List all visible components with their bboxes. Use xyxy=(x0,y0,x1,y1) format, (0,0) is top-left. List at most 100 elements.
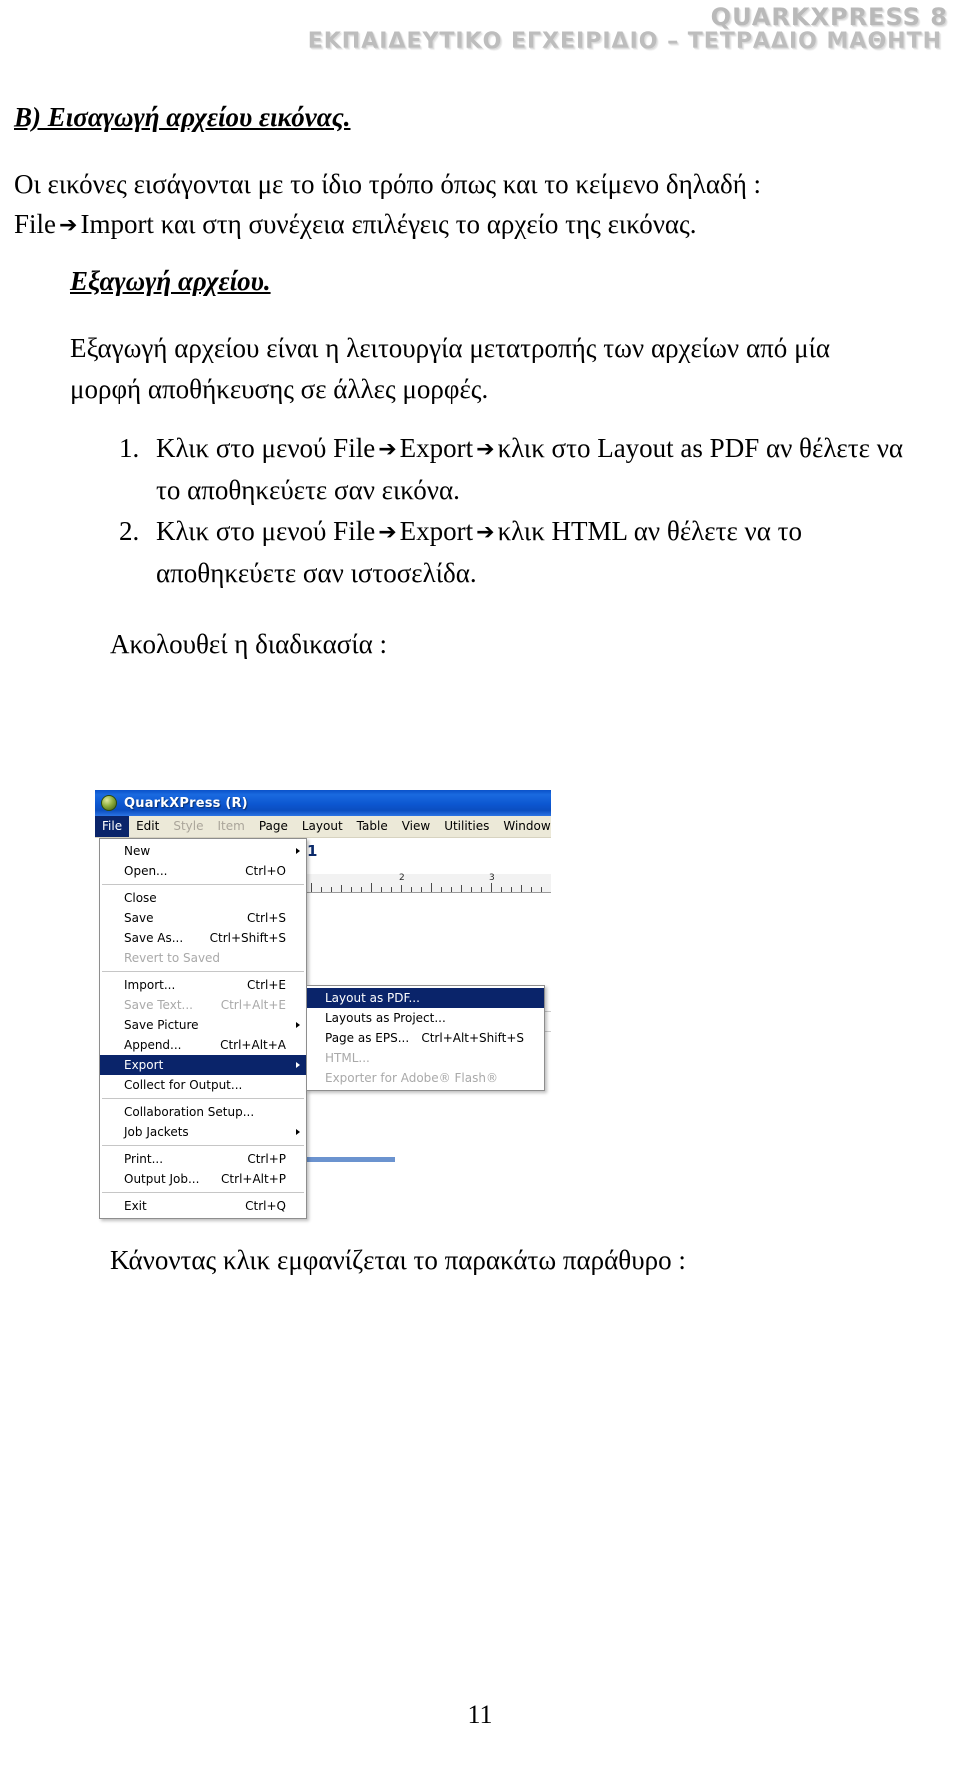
step-1-part1: Κλικ στο μενού File xyxy=(156,433,376,463)
menu-item-revert-to-saved: Revert to Saved xyxy=(100,948,306,968)
arrow-icon: ➔ xyxy=(378,520,397,545)
menu-item-export-label: Export xyxy=(124,1058,164,1072)
menubar-item-file[interactable]: File xyxy=(95,816,130,837)
import-mention-text: Import και στη συνέχεια επιλέγεις το αρχ… xyxy=(80,209,697,239)
menu-item-collect-for-output-label: Collect for Output... xyxy=(124,1078,243,1092)
menu-item-output-job[interactable]: Output Job... Ctrl+Alt+P xyxy=(100,1169,306,1189)
submenu-item-page-as-eps-label: Page as EPS... xyxy=(325,1031,410,1045)
menu-item-close[interactable]: Close xyxy=(100,888,306,908)
subheading-export-wrap: Εξαγωγή αρχείου. xyxy=(0,264,960,298)
menu-separator xyxy=(102,1192,304,1193)
paragraph-image-import-line2: File ➔ Import και στη συνέχεια επιλέγεις τ… xyxy=(0,204,960,246)
ruler-label-3: 3 xyxy=(489,873,495,883)
submenu-item-layout-as-pdf-label: Layout as PDF... xyxy=(325,991,420,1005)
menu-item-print[interactable]: Print... Ctrl+P xyxy=(100,1149,306,1169)
menu-separator xyxy=(102,1145,304,1146)
document-content: Β) Εισαγωγή αρχείου εικόνας. Οι εικόνες … xyxy=(0,100,960,665)
menubar-item-utilities[interactable]: Utilities xyxy=(437,816,496,837)
paragraph-export-definition: Εξαγωγή αρχείου είναι η λειτουργία μετατ… xyxy=(70,333,830,404)
application-menu-bar: File Edit Style Item Page Layout Table V… xyxy=(95,816,551,838)
window-title-text: QuarkXPress (R) xyxy=(124,795,248,811)
menubar-item-view[interactable]: View xyxy=(395,816,437,837)
arrow-icon: ➔ xyxy=(378,437,397,462)
menu-item-revert-to-saved-label: Revert to Saved xyxy=(124,951,221,965)
menu-item-save-picture-label: Save Picture xyxy=(124,1018,199,1032)
menu-item-print-shortcut: Ctrl+P xyxy=(247,1152,286,1166)
follows-procedure-line: Ακολουθεί η διαδικασία : xyxy=(110,629,387,659)
ruler-label-2: 2 xyxy=(399,873,405,883)
ruler-label-1: 1 xyxy=(307,842,318,860)
section-b-heading-wrap: Β) Εισαγωγή αρχείου εικόνας. xyxy=(0,100,960,134)
submenu-item-html-label: HTML... xyxy=(325,1051,370,1065)
menu-item-collect-for-output[interactable]: Collect for Output... xyxy=(100,1075,306,1095)
menu-item-collaboration-setup[interactable]: Collaboration Setup... xyxy=(100,1102,306,1122)
menu-item-append[interactable]: Append... Ctrl+Alt+A xyxy=(100,1035,306,1055)
submenu-item-exporter-for-adobe-flash: Exporter for Adobe® Flash® xyxy=(307,1068,544,1088)
step-1-part2: Export xyxy=(399,433,474,463)
section-b-heading: Β) Εισαγωγή αρχείου εικόνας. xyxy=(14,102,351,132)
chevron-right-icon xyxy=(296,1129,300,1135)
menu-item-import-label: Import... xyxy=(124,978,176,992)
menu-item-new[interactable]: New xyxy=(100,841,306,861)
menu-item-save-as-shortcut: Ctrl+Shift+S xyxy=(209,931,286,945)
menu-item-job-jackets[interactable]: Job Jackets xyxy=(100,1122,306,1142)
closing-line: Κάνοντας κλικ εμφανίζεται το παρακάτω πα… xyxy=(110,1245,686,1275)
menubar-item-table[interactable]: Table xyxy=(350,816,395,837)
paragraph-image-import-text: Οι εικόνες εισάγονται με το ίδιο τρόπο ό… xyxy=(14,169,762,199)
step-2-part1: Κλικ στο μενού File xyxy=(156,516,376,546)
menu-item-append-label: Append... xyxy=(124,1038,182,1052)
menu-item-save-text: Save Text... Ctrl+Alt+E xyxy=(100,995,306,1015)
menu-item-job-jackets-label: Job Jackets xyxy=(124,1125,189,1139)
quarkxpress-screenshot: 1 2 3 QuarkXPress (R) File Edit Style It… xyxy=(95,790,551,1219)
list-item: Κλικ στο μενού File➔Export➔κλικ στο Layo… xyxy=(146,428,930,511)
menubar-item-layout[interactable]: Layout xyxy=(295,816,350,837)
menu-item-open-shortcut: Ctrl+O xyxy=(245,864,286,878)
menu-item-open-label: Open... xyxy=(124,864,168,878)
menubar-item-style: Style xyxy=(173,819,204,833)
file-menu-mention: File xyxy=(14,209,57,239)
submenu-item-layouts-as-project[interactable]: Layouts as Project... xyxy=(307,1008,544,1028)
page-header: QUARKXPRESS 8 ΕΚΠΑΙΔΕΥΤΙΚΟ ΕΓΧΕΙΡΙΔΙΟ – … xyxy=(0,0,960,60)
menu-item-print-label: Print... xyxy=(124,1152,164,1166)
submenu-item-page-as-eps[interactable]: Page as EPS... Ctrl+Alt+Shift+S xyxy=(307,1028,544,1048)
header-subtitle-manual: ΕΚΠΑΙΔΕΥΤΙΚΟ ΕΓΧΕΙΡΙΔΙΟ – ΤΕΤΡΑΔΙΟ ΜΑΘΗΤ… xyxy=(307,29,942,54)
menu-item-save[interactable]: Save Ctrl+S xyxy=(100,908,306,928)
menu-item-exit-shortcut: Ctrl+Q xyxy=(245,1199,286,1213)
menu-item-save-shortcut: Ctrl+S xyxy=(246,911,286,925)
list-item: Κλικ στο μενού File➔Export➔κλικ HTML αν … xyxy=(146,511,930,594)
menu-item-close-label: Close xyxy=(124,891,157,905)
menu-item-save-picture[interactable]: Save Picture xyxy=(100,1015,306,1035)
menu-item-append-shortcut: Ctrl+Alt+A xyxy=(220,1038,286,1052)
menu-item-save-label: Save xyxy=(124,911,154,925)
step-2-part2: Export xyxy=(399,516,474,546)
menubar-item-edit[interactable]: Edit xyxy=(129,816,166,837)
menu-item-import[interactable]: Import... Ctrl+E xyxy=(100,975,306,995)
menu-item-collaboration-setup-label: Collaboration Setup... xyxy=(124,1105,255,1119)
menu-item-output-job-shortcut: Ctrl+Alt+P xyxy=(221,1172,286,1186)
arrow-icon: ➔ xyxy=(59,213,78,238)
menubar-item-page[interactable]: Page xyxy=(252,816,295,837)
menu-item-exit[interactable]: Exit Ctrl+Q xyxy=(100,1196,306,1216)
submenu-item-page-as-eps-shortcut: Ctrl+Alt+Shift+S xyxy=(421,1031,524,1045)
submenu-item-layout-as-pdf[interactable]: Layout as PDF... xyxy=(307,988,544,1008)
menu-item-new-label: New xyxy=(124,844,151,858)
subheading-export: Εξαγωγή αρχείου. xyxy=(70,266,271,296)
page-number-footer: 11 xyxy=(467,1700,493,1729)
submenu-item-layouts-as-project-label: Layouts as Project... xyxy=(325,1011,446,1025)
menu-item-save-text-label: Save Text... xyxy=(124,998,193,1012)
file-dropdown-menu: New Open... Ctrl+O Close Save Ctrl+S Sav… xyxy=(99,838,307,1219)
menu-item-export[interactable]: Export xyxy=(100,1055,306,1075)
menubar-item-window[interactable]: Window xyxy=(496,816,557,837)
menu-item-open[interactable]: Open... Ctrl+O xyxy=(100,861,306,881)
submenu-item-html: HTML... xyxy=(307,1048,544,1068)
menubar-item-item: Item xyxy=(217,819,245,833)
menu-item-save-text-shortcut: Ctrl+Alt+E xyxy=(220,998,286,1012)
menu-item-save-as-label: Save As... xyxy=(124,931,184,945)
layout-tab-area xyxy=(303,838,551,875)
menu-item-save-as[interactable]: Save As... Ctrl+Shift+S xyxy=(100,928,306,948)
menu-item-output-job-label: Output Job... xyxy=(124,1172,200,1186)
chevron-right-icon xyxy=(296,1062,300,1068)
menu-item-exit-label: Exit xyxy=(124,1199,147,1213)
steps-list: Κλικ στο μενού File➔Export➔κλικ στο Layo… xyxy=(0,428,960,594)
horizontal-ruler: 2 3 xyxy=(303,873,551,893)
